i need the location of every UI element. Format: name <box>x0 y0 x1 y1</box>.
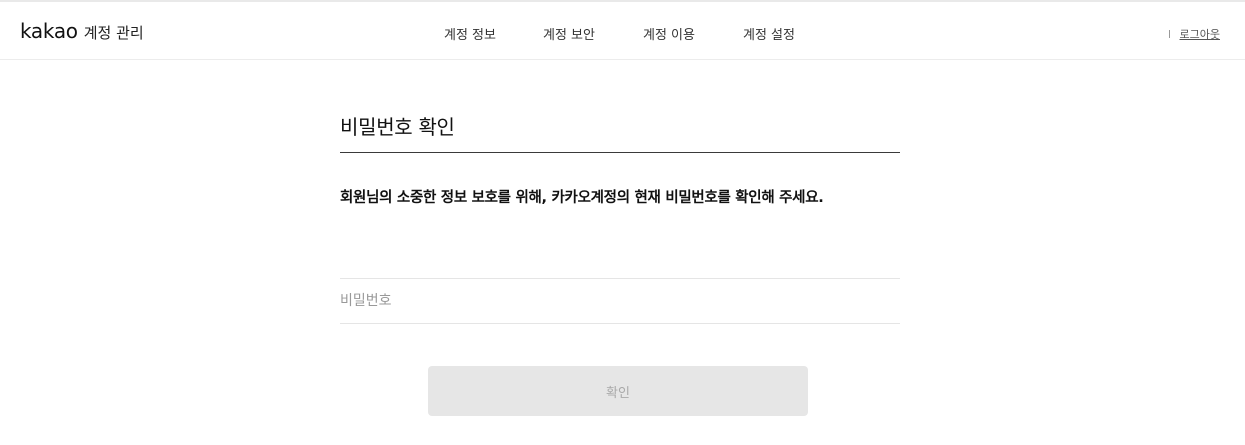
confirm-button[interactable]: 확인 <box>428 366 808 416</box>
password-confirm-section: 비밀번호 확인 회원님의 소중한 정보 보호를 위해, 카카오계정의 현재 비밀… <box>340 111 900 416</box>
main-nav: 계정 정보 계정 보안 계정 이용 계정 설정 <box>0 24 1245 44</box>
nav-account-security[interactable]: 계정 보안 <box>543 24 595 43</box>
nav-account-info[interactable]: 계정 정보 <box>444 24 496 43</box>
page-description: 회원님의 소중한 정보 보호를 위해, 카카오계정의 현재 비밀번호를 확인해 … <box>340 190 824 206</box>
nav-account-settings[interactable]: 계정 설정 <box>743 24 795 43</box>
utility-divider <box>1168 30 1170 38</box>
password-field <box>340 278 900 324</box>
utility-menu: 로그아웃 <box>1168 26 1220 42</box>
page-title: 비밀번호 확인 <box>340 111 900 153</box>
logout-link[interactable]: 로그아웃 <box>1180 26 1220 42</box>
global-header: kakao 계정 관리 계정 정보 계정 보안 계정 이용 계정 설정 로그아웃 <box>0 2 1245 60</box>
password-input[interactable] <box>340 279 900 323</box>
nav-account-usage[interactable]: 계정 이용 <box>643 24 695 43</box>
